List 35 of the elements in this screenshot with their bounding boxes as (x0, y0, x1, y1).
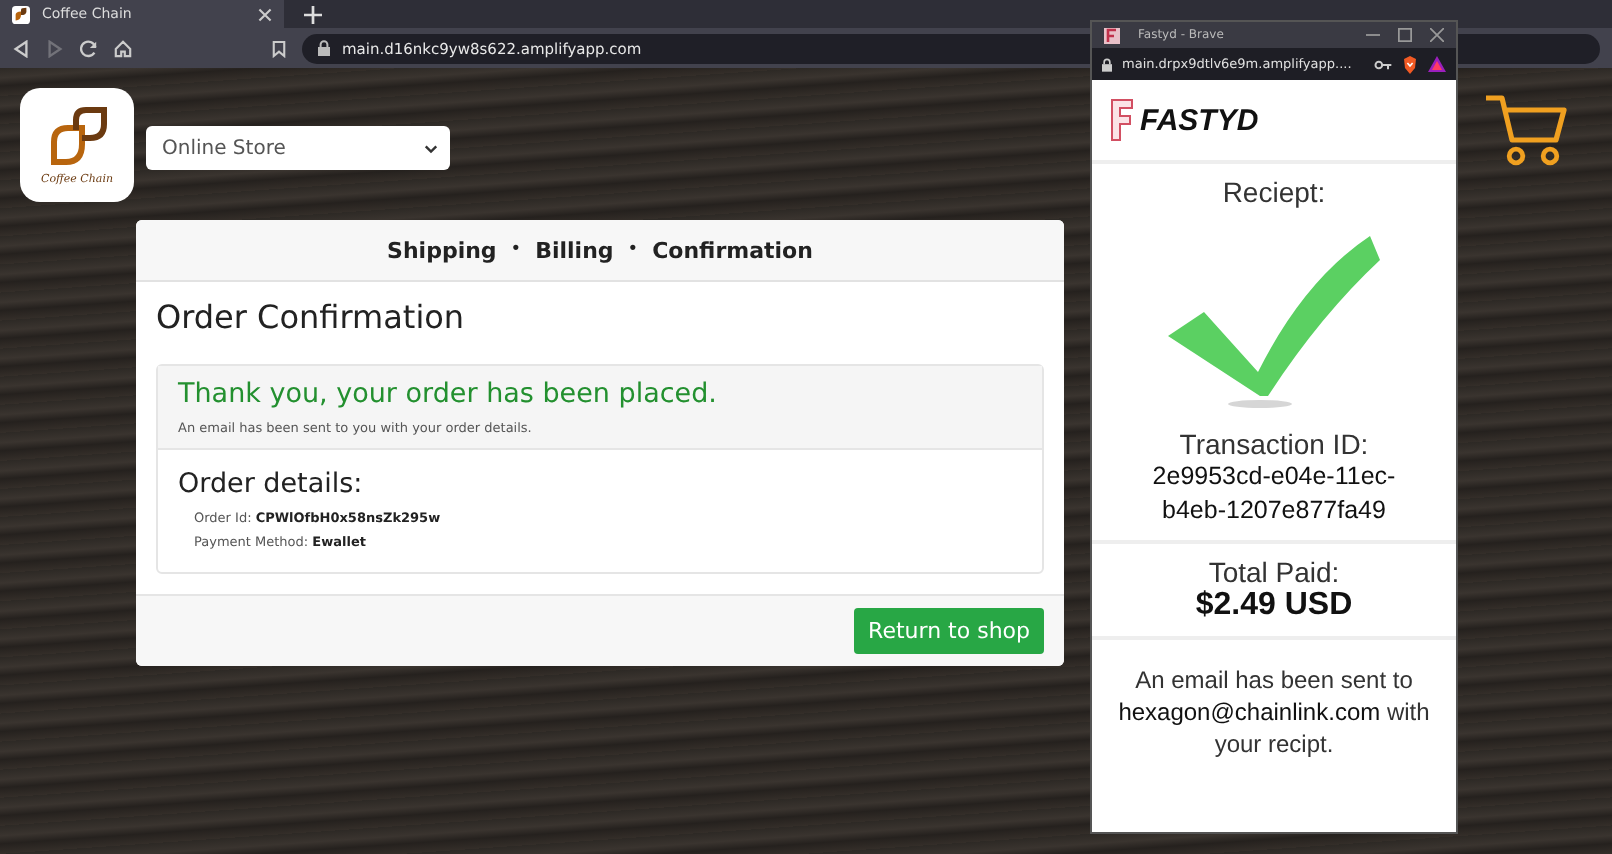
triangle-icon[interactable] (1428, 56, 1446, 72)
maximize-icon[interactable] (1398, 28, 1412, 42)
lock-icon (1102, 57, 1112, 71)
transaction-label: Transaction ID: (1179, 428, 1369, 460)
total-amount: $2.49 USD (1195, 588, 1353, 624)
step-separator: • (510, 240, 522, 260)
checkout-step: Shipping (387, 237, 497, 263)
receipt-heading: Reciept: (1222, 176, 1326, 208)
total-label: Total Paid: (1208, 556, 1340, 588)
back-icon[interactable] (12, 39, 30, 57)
lock-icon (318, 40, 330, 56)
page-heading: Order Confirmation (156, 298, 467, 336)
f-letter-icon (1110, 98, 1134, 142)
reload-icon[interactable] (80, 39, 98, 57)
checkout-step: Confirmation (652, 237, 813, 263)
success-message: Thank you, your order has been placed. (178, 378, 719, 410)
transaction-id: 2e9953cd-e04e-11ec-b4eb-1207e877fa49 (1150, 460, 1398, 528)
receipt-email-note: An email has been sent to hexagon@chainlink.com with your recipt. (1116, 664, 1432, 760)
f-logo-icon (1104, 27, 1120, 43)
close-icon[interactable] (258, 7, 272, 21)
checkout-step: Billing (535, 237, 614, 263)
details-heading: Order details: (178, 468, 365, 500)
store-select[interactable]: Online Store (146, 126, 450, 170)
close-icon[interactable] (1430, 28, 1444, 42)
brand-name: FASTYD (1140, 103, 1259, 137)
key-icon[interactable] (1374, 59, 1392, 69)
bookmark-icon[interactable] (272, 39, 286, 57)
chevron-down-icon (424, 143, 438, 153)
coffee-leaf-icon (12, 5, 30, 23)
home-icon[interactable] (114, 39, 132, 57)
leaf-logo-icon (45, 105, 109, 165)
new-tab-icon[interactable] (304, 5, 322, 23)
cart-icon[interactable] (1484, 92, 1568, 168)
step-separator: • (627, 240, 639, 260)
minimize-icon[interactable] (1366, 28, 1380, 42)
